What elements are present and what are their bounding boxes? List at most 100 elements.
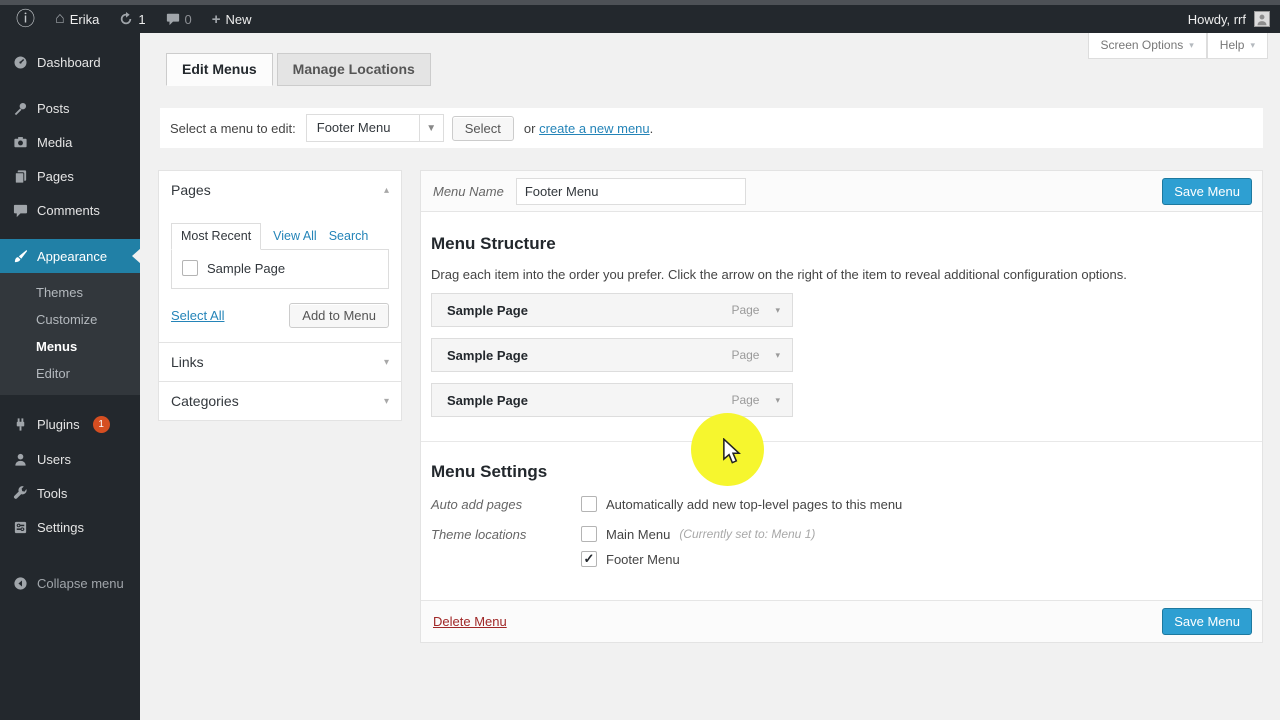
plugin-icon <box>12 417 28 433</box>
menu-settings-title: Menu Settings <box>431 462 1252 482</box>
categories-accordion: Categories ▾ <box>158 381 402 421</box>
theme-locations-row: Theme locations Main Menu (Currently set… <box>431 526 1252 576</box>
chevron-down-icon[interactable]: ▾ <box>775 350 780 361</box>
sidebar-item-settings[interactable]: Settings <box>0 510 140 544</box>
sidebar-item-plugins[interactable]: Plugins 1 <box>0 407 140 442</box>
links-accordion: Links ▾ <box>158 342 402 382</box>
wordpress-logo-menu[interactable]: ⓘ <box>8 5 43 33</box>
submenu-item-customize[interactable]: Customize <box>0 306 140 333</box>
auto-add-pages-checkbox[interactable] <box>581 496 597 512</box>
create-new-menu-link[interactable]: create a new menu <box>539 121 650 136</box>
avatar[interactable] <box>1254 11 1270 27</box>
sidebar-item-label: Posts <box>37 101 70 116</box>
or-text: or <box>524 121 536 136</box>
menu-structure-title: Menu Structure <box>431 234 1252 254</box>
save-menu-button-top[interactable]: Save Menu <box>1162 178 1252 205</box>
new-content-menu[interactable]: + New <box>204 5 260 33</box>
sidebar-item-pages[interactable]: Pages <box>0 159 140 193</box>
sidebar-item-tools[interactable]: Tools <box>0 476 140 510</box>
menu-item-row[interactable]: Sample Page Page ▾ <box>431 293 793 327</box>
sidebar-item-label: Media <box>37 135 72 150</box>
sample-page-label: Sample Page <box>207 261 285 276</box>
chevron-down-icon: ▼ <box>419 115 443 141</box>
menu-item-label: Sample Page <box>447 393 731 408</box>
main-menu-location-checkbox[interactable] <box>581 526 597 542</box>
site-name-link[interactable]: ⌂ Erika <box>47 5 107 33</box>
screen-meta-links: Screen Options ▾ Help ▾ <box>1088 33 1268 59</box>
submenu-item-editor[interactable]: Editor <box>0 360 140 387</box>
sidebar-item-media[interactable]: Media <box>0 125 140 159</box>
chevron-down-icon: ▾ <box>384 357 389 368</box>
footer-menu-location-label: Footer Menu <box>606 552 680 567</box>
links-accordion-header[interactable]: Links ▾ <box>159 343 401 381</box>
menu-name-input[interactable] <box>516 178 746 205</box>
categories-accordion-header[interactable]: Categories ▾ <box>159 382 401 420</box>
help-button[interactable]: Help ▾ <box>1207 33 1268 59</box>
comments-link[interactable]: 0 <box>158 5 200 33</box>
screen-options-button[interactable]: Screen Options ▾ <box>1088 33 1207 59</box>
save-menu-button-bottom[interactable]: Save Menu <box>1162 608 1252 635</box>
pages-checklist: Sample Page <box>171 249 389 289</box>
menu-structure-description: Drag each item into the order you prefer… <box>431 267 1252 282</box>
tab-most-recent[interactable]: Most Recent <box>171 223 261 250</box>
submenu-item-themes[interactable]: Themes <box>0 279 140 306</box>
menu-item-row[interactable]: Sample Page Page ▾ <box>431 383 793 417</box>
site-name-label: Erika <box>70 12 100 27</box>
comment-icon <box>166 12 180 26</box>
chevron-up-icon: ▴ <box>384 185 389 196</box>
sidebar-item-appearance[interactable]: Appearance <box>0 239 140 273</box>
updates-link[interactable]: 1 <box>111 5 153 33</box>
tab-view-all[interactable]: View All <box>273 229 317 243</box>
delete-menu-link[interactable]: Delete Menu <box>433 614 507 629</box>
sidebar-item-users[interactable]: Users <box>0 442 140 476</box>
new-label: New <box>226 12 252 27</box>
pages-icon <box>12 168 28 184</box>
chevron-down-icon[interactable]: ▾ <box>775 305 780 316</box>
menu-settings-section: Menu Settings Auto add pages Automatical… <box>431 442 1252 576</box>
select-menu-label: Select a menu to edit: <box>170 121 296 136</box>
sidebar-item-label: Tools <box>37 486 67 501</box>
auto-add-pages-label: Auto add pages <box>431 496 581 512</box>
chevron-down-icon: ▾ <box>1189 40 1194 51</box>
plugins-update-badge: 1 <box>93 416 110 433</box>
howdy-account-link[interactable]: Howdy, rrf <box>1188 12 1246 27</box>
menu-name-header: Menu Name Save Menu <box>421 171 1262 212</box>
admin-sidebar: Dashboard Posts Media Pages Comments App… <box>0 33 140 720</box>
menu-select-dropdown[interactable]: Footer Menu ▼ <box>306 114 444 142</box>
select-button[interactable]: Select <box>452 116 514 141</box>
sample-page-checkbox[interactable] <box>182 260 198 276</box>
tab-search[interactable]: Search <box>329 229 369 243</box>
wrench-icon <box>12 485 28 501</box>
collapse-menu-button[interactable]: Collapse menu <box>0 566 140 600</box>
sidebar-item-label: Dashboard <box>37 55 101 70</box>
select-all-link[interactable]: Select All <box>171 308 224 323</box>
pages-accordion: Pages ▴ Most Recent View All Search Samp… <box>158 170 402 343</box>
submenu-item-menus[interactable]: Menus <box>0 333 140 360</box>
categories-accordion-title: Categories <box>171 393 239 409</box>
menu-item-type: Page <box>731 303 759 317</box>
appearance-brush-icon <box>12 248 28 264</box>
pages-footer: Select All Add to Menu <box>171 303 389 328</box>
tab-manage-locations[interactable]: Manage Locations <box>277 53 431 86</box>
menu-item-label: Sample Page <box>447 303 731 318</box>
menu-item-label: Sample Page <box>447 348 731 363</box>
sidebar-item-posts[interactable]: Posts <box>0 91 140 125</box>
sidebar-item-dashboard[interactable]: Dashboard <box>0 45 140 79</box>
sidebar-item-comments[interactable]: Comments <box>0 193 140 227</box>
update-count: 1 <box>138 12 145 27</box>
menu-editor-card: Menu Name Save Menu Menu Structure Drag … <box>420 170 1263 643</box>
menu-editor-footer: Delete Menu Save Menu <box>421 600 1262 642</box>
sidebar-item-label: Collapse menu <box>37 576 124 591</box>
add-to-menu-button[interactable]: Add to Menu <box>289 303 389 328</box>
main-menu-location-label: Main Menu <box>606 527 670 542</box>
pages-accordion-header[interactable]: Pages ▴ <box>159 171 401 209</box>
menu-item-row[interactable]: Sample Page Page ▾ <box>431 338 793 372</box>
menu-select-value: Footer Menu <box>307 115 419 141</box>
pages-accordion-title: Pages <box>171 182 211 198</box>
tab-edit-menus[interactable]: Edit Menus <box>166 53 273 86</box>
chevron-down-icon[interactable]: ▾ <box>775 395 780 406</box>
menu-item-type: Page <box>731 348 759 362</box>
comment-count: 0 <box>185 12 192 27</box>
sidebar-item-label: Settings <box>37 520 84 535</box>
footer-menu-location-checkbox[interactable]: ✓ <box>581 551 597 567</box>
